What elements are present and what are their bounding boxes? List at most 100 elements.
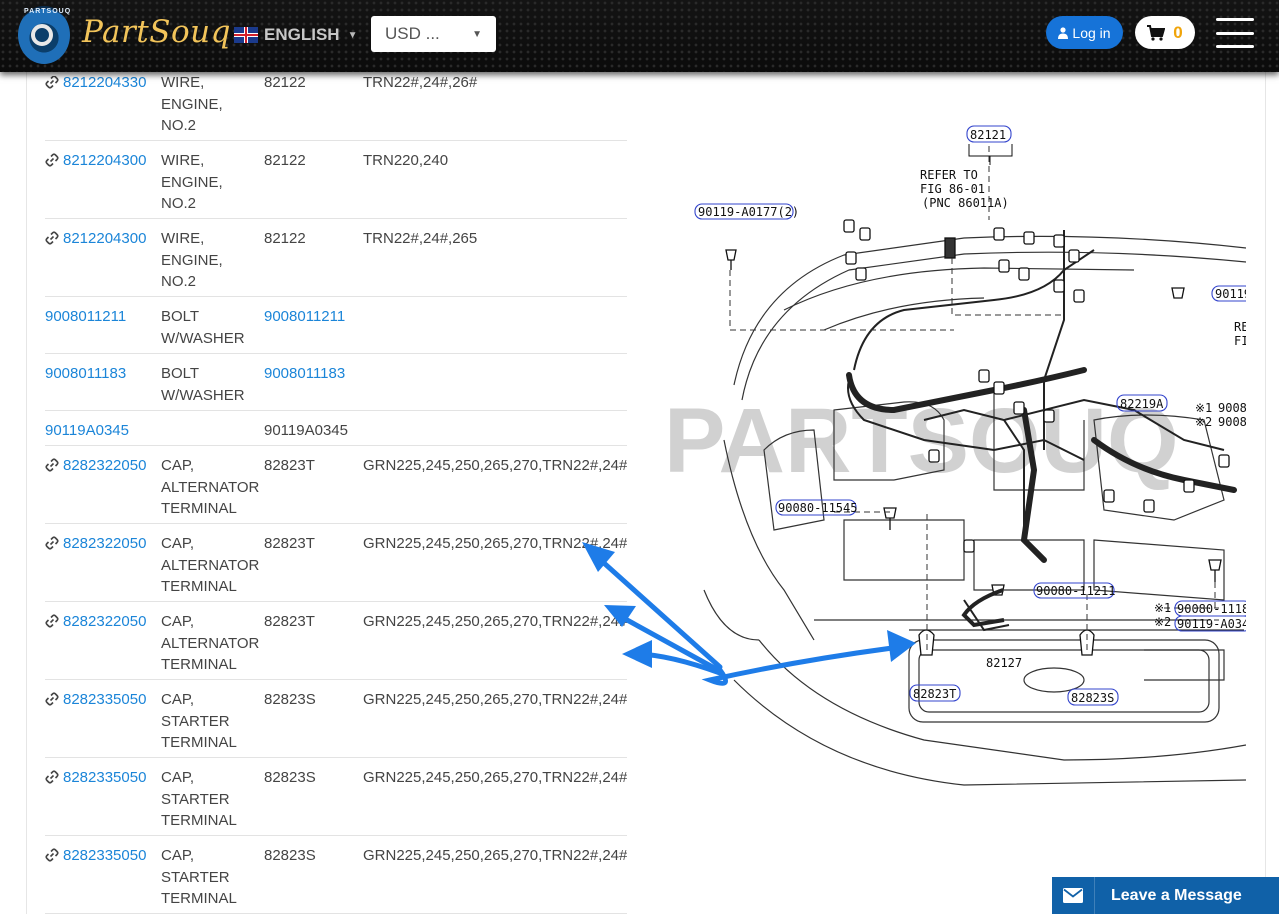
diagram-drawing: PARTSOUQ 82121 REFER TO FIG 86-01 (PNC 8… (664, 125, 1246, 786)
label-82121[interactable]: 82121 (970, 128, 1006, 142)
label-90080-1118[interactable]: 90080-1118 (1177, 602, 1246, 616)
part-number-link[interactable]: 9008011183 (45, 363, 157, 385)
language-selector[interactable]: ENGLISH ▼ (234, 25, 357, 45)
currency-value: USD ... (385, 24, 440, 43)
part-name: CAP, STARTER TERMINAL (161, 845, 257, 910)
top-navbar: PARTSOUQ PartSouq ENGLISH ▼ USD ... ▼ Lo… (0, 0, 1279, 72)
label-90080-11545[interactable]: 90080-11545 (778, 501, 857, 515)
part-number[interactable]: 9008011183 (45, 363, 126, 385)
applicable-models: GRN225,245,250,265,270,TRN22#,24#,2 (363, 613, 627, 630)
label-82219a[interactable]: 82219A (1120, 397, 1164, 411)
part-name: WIRE, ENGINE, NO.2 (161, 228, 257, 293)
part-name-line: ALTERNATOR (161, 634, 260, 652)
table-row: 8282335050 CAP, STARTER TERMINAL 82823S GRN22… (45, 679, 627, 758)
part-code-link[interactable]: 9008011211 (264, 306, 359, 328)
part-number-link[interactable]: 8212204300 (45, 150, 157, 172)
login-button[interactable]: Log in (1046, 16, 1123, 49)
part-name-line: BOLT (161, 308, 200, 325)
table-row: 9008011183 BOLT W/WASHER 9008011183 (45, 353, 627, 411)
logo-badge[interactable]: PARTSOUQ (18, 6, 70, 64)
part-number-link[interactable]: 8282322050 (45, 611, 157, 633)
applicable-models: TRN220,240 (363, 152, 449, 169)
part-code: 82122 (264, 152, 306, 169)
part-name-line: NO.2 (161, 195, 197, 212)
logo-wordmark[interactable]: PartSouq (82, 14, 231, 50)
part-number[interactable]: 8282335050 (63, 845, 146, 867)
part-number-link[interactable]: 8212204330 (45, 76, 157, 94)
part-number[interactable]: 8282335050 (63, 767, 146, 789)
label-9008-right-1[interactable]: 9008 (1218, 401, 1246, 415)
part-number-link[interactable]: 9008011211 (45, 306, 157, 328)
parts-diagram[interactable]: PARTSOUQ 82121 REFER TO FIG 86-01 (PNC 8… (664, 120, 1246, 800)
select-arrow-icon: ▼ (472, 28, 482, 40)
part-number[interactable]: 8282335050 (63, 689, 146, 711)
label-9008-right-2[interactable]: 9008 (1218, 415, 1246, 429)
applicable-models: GRN225,245,250,265,270,TRN22#,24#,2 (363, 535, 627, 552)
applicable-models: GRN225,245,250,265,270,TRN22#,24#,2 (363, 769, 627, 786)
envelope-icon (1052, 877, 1095, 914)
applicable-models: GRN225,245,250,265,270,TRN22#,24#,2 (363, 847, 627, 864)
currency-select[interactable]: USD ... ▼ (371, 16, 496, 52)
part-code: 82823S (264, 691, 316, 708)
applicable-models: GRN225,245,250,265,270,TRN22#,24#,2 (363, 457, 627, 474)
label-90119-a0177[interactable]: 90119-A0177(2) (698, 205, 799, 219)
part-name-line: STARTER (161, 712, 230, 730)
part-number-link[interactable]: 8282322050 (45, 533, 157, 555)
link-chain-icon (45, 614, 59, 628)
link-chain-icon (45, 692, 59, 706)
part-number-link[interactable]: 8282335050 (45, 845, 157, 867)
part-name: BOLT W/WASHER (161, 306, 257, 349)
part-number-link[interactable]: 8212204300 (45, 228, 157, 250)
part-code-link[interactable]: 9008011183 (264, 363, 359, 385)
label-90080-11211[interactable]: 90080-11211 (1036, 584, 1115, 598)
part-name: CAP, ALTERNATOR TERMINAL (161, 533, 260, 598)
part-number[interactable]: 8282322050 (63, 533, 146, 555)
label-90119-right[interactable]: 90119 (1215, 287, 1246, 301)
part-name-line: WIRE, (161, 152, 205, 169)
part-number[interactable]: 9008011211 (45, 306, 126, 328)
link-chain-icon (45, 848, 59, 862)
part-name-line: TERMINAL (161, 578, 237, 595)
link-chain-icon (45, 153, 59, 167)
label-82823s[interactable]: 82823S (1071, 691, 1114, 705)
part-code: 82823S (264, 847, 316, 864)
language-label: ENGLISH (264, 25, 340, 44)
part-number[interactable]: 8282322050 (63, 611, 146, 633)
part-name: BOLT W/WASHER (161, 363, 257, 406)
label-90119-a034[interactable]: 90119-A034 (1177, 617, 1246, 631)
part-name: WIRE, ENGINE, NO.2 (161, 76, 257, 137)
label-82823t[interactable]: 82823T (913, 687, 956, 701)
part-code: 82823T (264, 535, 315, 552)
part-code: 90119A0345 (264, 422, 348, 439)
marker-1b: ※1 (1154, 601, 1171, 615)
part-name-line: ENGINE, (161, 95, 223, 113)
part-number-link[interactable]: 8282335050 (45, 767, 157, 789)
part-number[interactable]: 90119A0345 (45, 420, 129, 442)
applicable-models: GRN225,245,250,265,270,TRN22#,24#,2 (363, 691, 627, 708)
part-name-line: BOLT (161, 365, 200, 382)
part-name-line: ALTERNATOR (161, 556, 260, 574)
hamburger-icon[interactable] (1216, 18, 1254, 48)
cart-button[interactable]: 0 (1135, 16, 1195, 49)
marker-1: ※1 (1195, 401, 1212, 415)
tire-icon (31, 24, 53, 46)
part-number[interactable]: 8212204300 (63, 228, 146, 250)
part-number[interactable]: 8212204300 (63, 150, 146, 172)
label-82127[interactable]: 82127 (986, 656, 1022, 670)
part-name-line: ENGINE, (161, 251, 223, 269)
part-number[interactable]: 8282322050 (63, 455, 146, 477)
applicable-models: TRN22#,24#,26# (363, 76, 478, 91)
part-name-line: TERMINAL (161, 812, 237, 829)
part-name-line: CAP, (161, 535, 195, 552)
part-number[interactable]: 8212204330 (63, 76, 146, 94)
part-number-link[interactable]: 8282322050 (45, 455, 157, 477)
marker-2b: ※2 (1154, 615, 1171, 629)
part-number-link[interactable]: 8282335050 (45, 689, 157, 711)
part-name-line: WIRE, (161, 230, 205, 247)
link-chain-icon (45, 536, 59, 550)
leave-message-button[interactable]: Leave a Message (1052, 877, 1279, 914)
part-name-line: NO.2 (161, 273, 197, 290)
table-row: 90119A0345 90119A0345 (45, 410, 627, 446)
part-name-line: TERMINAL (161, 734, 237, 751)
part-number-link[interactable]: 90119A0345 (45, 420, 157, 442)
